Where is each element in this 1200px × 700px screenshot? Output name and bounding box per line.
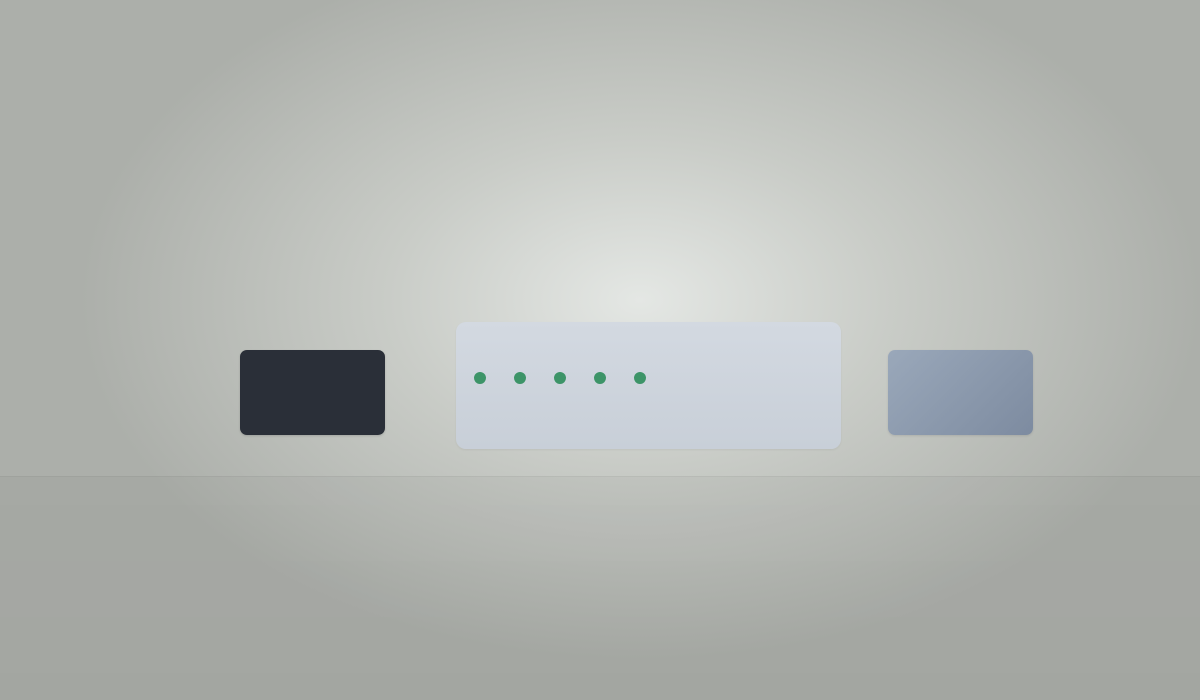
passcode-dot (554, 372, 566, 384)
dark-tile[interactable] (240, 350, 385, 435)
passcode-dot (594, 372, 606, 384)
scene-background (0, 0, 1200, 700)
passcode-field[interactable] (456, 322, 841, 449)
passcode-dots (474, 372, 646, 384)
passcode-dot (514, 372, 526, 384)
passcode-dot (634, 372, 646, 384)
slate-tile[interactable] (888, 350, 1033, 435)
floor-plane (0, 476, 1200, 700)
passcode-dot (474, 372, 486, 384)
